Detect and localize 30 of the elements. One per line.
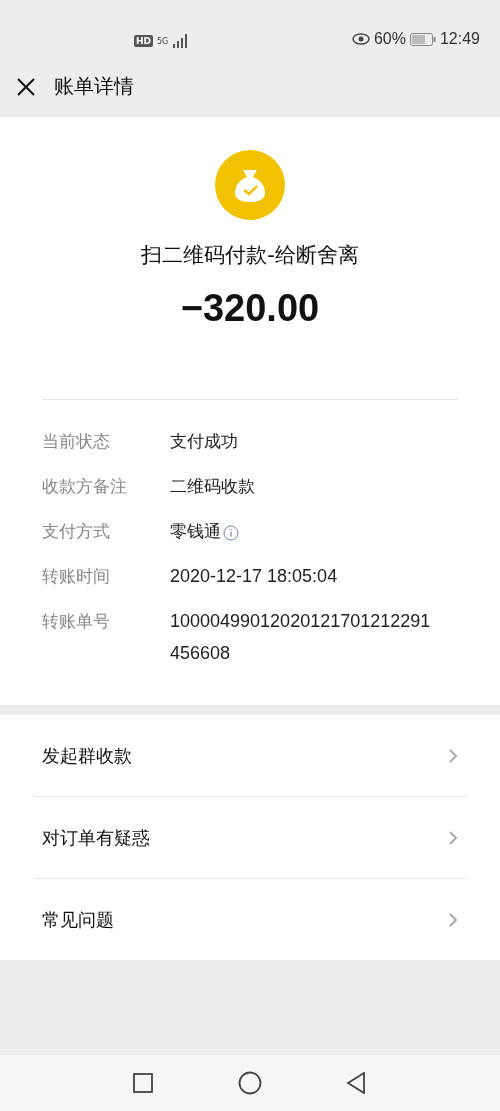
menu-item[interactable]: 对订单有疑惑 xyxy=(34,797,466,879)
detail-value: 10000499012020121701212291456608 xyxy=(170,610,432,665)
detail-label: 收款方备注 xyxy=(42,475,128,498)
eye-icon xyxy=(351,33,370,45)
home-icon[interactable] xyxy=(237,1071,262,1095)
money-bag-check-icon xyxy=(215,150,285,220)
hd-badge: HD xyxy=(134,35,153,47)
detail-value: 支付成功 xyxy=(170,430,238,453)
detail-label: 转账单号 xyxy=(42,610,111,633)
detail-value: 零钱通 xyxy=(170,520,221,543)
clock-time: 12:49 xyxy=(439,30,480,48)
detail-label: 支付方式 xyxy=(42,520,111,543)
battery-percent: 60% xyxy=(373,30,406,48)
chevron-right-icon xyxy=(448,911,458,928)
back-icon[interactable] xyxy=(346,1072,366,1094)
chevron-right-icon xyxy=(448,829,458,846)
network-label: 5G xyxy=(157,36,169,46)
page-title: 账单详情 xyxy=(54,73,134,100)
menu-item[interactable]: 发起群收款 xyxy=(34,715,466,797)
detail-label: 转账时间 xyxy=(42,565,111,588)
detail-value: 二维码收款 xyxy=(170,475,255,498)
payment-amount: −320.00 xyxy=(180,287,320,330)
detail-value: 2020-12-17 18:05:04 xyxy=(170,565,338,588)
payment-title: 扫二维码付款-给断舍离 xyxy=(141,242,359,269)
battery-icon xyxy=(409,32,436,46)
recent-apps-icon[interactable] xyxy=(133,1073,153,1093)
detail-label: 当前状态 xyxy=(42,430,111,453)
menu-item[interactable]: 常见问题 xyxy=(34,879,466,960)
chevron-right-icon xyxy=(448,747,458,764)
signal-icon xyxy=(172,34,189,48)
